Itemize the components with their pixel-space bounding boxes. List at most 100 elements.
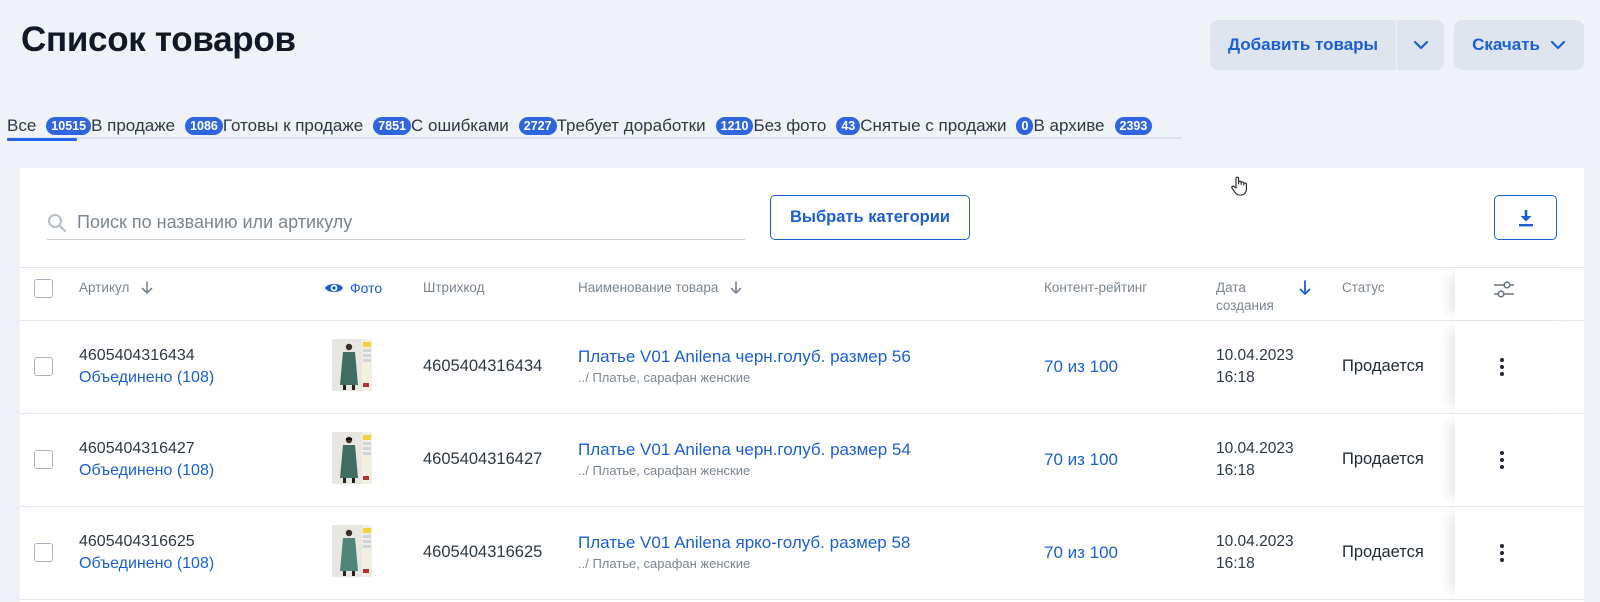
column-label: создания (1216, 298, 1274, 313)
column-label: Наименование товара (578, 280, 719, 295)
row-checkbox[interactable] (34, 450, 53, 469)
add-products-button[interactable]: Добавить товары (1209, 20, 1397, 70)
select-all-checkbox[interactable] (34, 279, 53, 298)
chevron-down-icon (1550, 40, 1566, 50)
time-text: 16:18 (1216, 369, 1255, 386)
table-header: Артикул Фото Штрихкод Наименование товар… (20, 267, 1584, 321)
column-label: Дата (1216, 280, 1246, 295)
product-category: ../ Платье, сарафан женские (578, 556, 751, 571)
date-text: 10.04.2023 (1216, 347, 1294, 364)
tab-count-badge: 43 (836, 116, 861, 135)
product-thumbnail[interactable] (332, 432, 372, 484)
time-text: 16:18 (1216, 555, 1255, 572)
arrow-down-icon (731, 281, 742, 294)
select-categories-button[interactable]: Выбрать категории (770, 195, 970, 240)
more-options-icon[interactable] (1500, 358, 1504, 376)
row-checkbox[interactable] (34, 543, 53, 562)
tab-count-badge: 2393 (1114, 116, 1153, 135)
sku-text: 4605404316427 (79, 440, 195, 457)
tab-with-errors[interactable]: С ошибками 2727 (411, 116, 557, 136)
column-header-date[interactable]: Дата создания (1216, 279, 1274, 315)
download-menu-label: Скачать (1472, 35, 1540, 54)
row-checkbox[interactable] (34, 357, 53, 376)
column-settings-button[interactable] (1493, 280, 1515, 305)
column-header-name[interactable]: Наименование товара (578, 279, 742, 297)
merged-link[interactable]: Объединено (108) (79, 369, 214, 387)
tab-label: Без фото (753, 115, 827, 135)
arrow-down-icon (142, 281, 153, 294)
table-row[interactable]: 4605404316434 Объединено (108) 460540431… (20, 321, 1584, 414)
content-rating-link[interactable]: 70 из 100 (1044, 543, 1118, 563)
add-products-menu-button[interactable] (1396, 20, 1445, 70)
tab-label: Снятые с продажи (860, 115, 1007, 135)
product-category: ../ Платье, сарафан женские (578, 463, 751, 478)
more-options-icon[interactable] (1500, 544, 1504, 562)
column-header-barcode: Штрихкод (423, 280, 485, 295)
tab-count-badge: 2727 (518, 116, 557, 135)
sku-text: 4605404316434 (79, 347, 195, 364)
merged-link[interactable]: Объединено (108) (79, 462, 214, 480)
sku-cell: 4605404316625 Объединено (108) (79, 533, 214, 573)
download-menu-button[interactable]: Скачать (1454, 20, 1584, 70)
product-name-link[interactable]: Платье V01 Anilena черн.голуб. размер 54 (578, 440, 911, 460)
product-thumbnail[interactable] (332, 339, 372, 391)
column-header-sku[interactable]: Артикул (79, 279, 153, 297)
tab-label: Все (7, 115, 37, 135)
product-photo-icon (332, 339, 372, 391)
search-icon (48, 213, 67, 232)
tab-count-badge: 0 (1016, 116, 1034, 135)
column-header-status: Статус (1342, 280, 1385, 295)
more-options-icon[interactable] (1500, 451, 1504, 469)
column-label: Фото (350, 280, 383, 296)
tab-archive[interactable]: В архиве 2393 (1033, 116, 1153, 136)
tab-count-badge: 10515 (46, 116, 92, 135)
tab-ready-for-sale[interactable]: Готовы к продаже 7851 (223, 116, 411, 136)
content-rating-link[interactable]: 70 из 100 (1044, 357, 1118, 377)
hand-cursor-icon (1230, 175, 1250, 202)
tab-needs-revision[interactable]: Требует доработки 1210 (557, 116, 754, 136)
table-row[interactable]: 4605404316427 Объединено (108) 460540431… (20, 414, 1584, 507)
eye-icon (325, 283, 343, 293)
column-header-photo[interactable]: Фото (324, 279, 382, 297)
name-cell: Платье V01 Anilena черн.голуб. размер 56… (578, 347, 911, 385)
creation-date: 10.04.2023 16:18 (1216, 531, 1294, 575)
tab-removed-from-sale[interactable]: Снятые с продажи 0 (860, 115, 1034, 136)
download-icon (1518, 209, 1533, 226)
tab-count-badge: 7851 (373, 116, 411, 135)
tab-label: В продаже (91, 115, 176, 135)
table-row[interactable]: 4605404316625 Объединено (108) 460540431… (20, 507, 1584, 600)
sku-text: 4605404316625 (79, 533, 195, 550)
tab-label: Требует доработки (556, 115, 706, 135)
product-name-link[interactable]: Платье V01 Anilena черн.голуб. размер 56 (578, 347, 911, 367)
tab-no-photo[interactable]: Без фото 43 (753, 115, 861, 136)
sku-cell: 4605404316434 Объединено (108) (79, 347, 214, 387)
content-rating-link[interactable]: 70 из 100 (1044, 450, 1118, 470)
tab-all[interactable]: Все 10515 (7, 115, 92, 141)
status-tabs: Все 10515 В продаже 1086 Готовы к продаж… (7, 115, 1182, 141)
barcode-text: 4605404316427 (423, 450, 543, 468)
add-products-split-button: Добавить товары (1209, 20, 1445, 70)
product-category: ../ Платье, сарафан женские (578, 370, 751, 385)
status-text: Продается (1342, 450, 1424, 468)
row-actions-cell (1455, 507, 1584, 599)
tab-count-badge: 1210 (715, 116, 754, 135)
date-text: 10.04.2023 (1216, 440, 1294, 457)
search-input[interactable] (77, 212, 717, 233)
status-text: Продается (1342, 357, 1424, 375)
top-actions: Добавить товары Скачать (1209, 20, 1584, 70)
product-thumbnail[interactable] (332, 525, 372, 577)
status-text: Продается (1342, 543, 1424, 561)
row-actions-cell (1455, 321, 1584, 413)
chevron-down-icon (1413, 40, 1428, 50)
tab-on-sale[interactable]: В продаже 1086 (91, 116, 223, 136)
export-button[interactable] (1494, 195, 1557, 240)
products-card: Выбрать категории Артикул Фото Штрихкод … (20, 168, 1584, 602)
merged-link[interactable]: Объединено (108) (79, 555, 214, 573)
tab-count-badge: 1086 (185, 116, 223, 135)
barcode-text: 4605404316434 (423, 357, 543, 375)
product-name-link[interactable]: Платье V01 Anilena ярко-голуб. размер 58 (578, 533, 910, 553)
products-table: Артикул Фото Штрихкод Наименование товар… (20, 267, 1584, 600)
creation-date: 10.04.2023 16:18 (1216, 345, 1294, 389)
sliders-icon (1494, 281, 1514, 298)
creation-date: 10.04.2023 16:18 (1216, 438, 1294, 482)
